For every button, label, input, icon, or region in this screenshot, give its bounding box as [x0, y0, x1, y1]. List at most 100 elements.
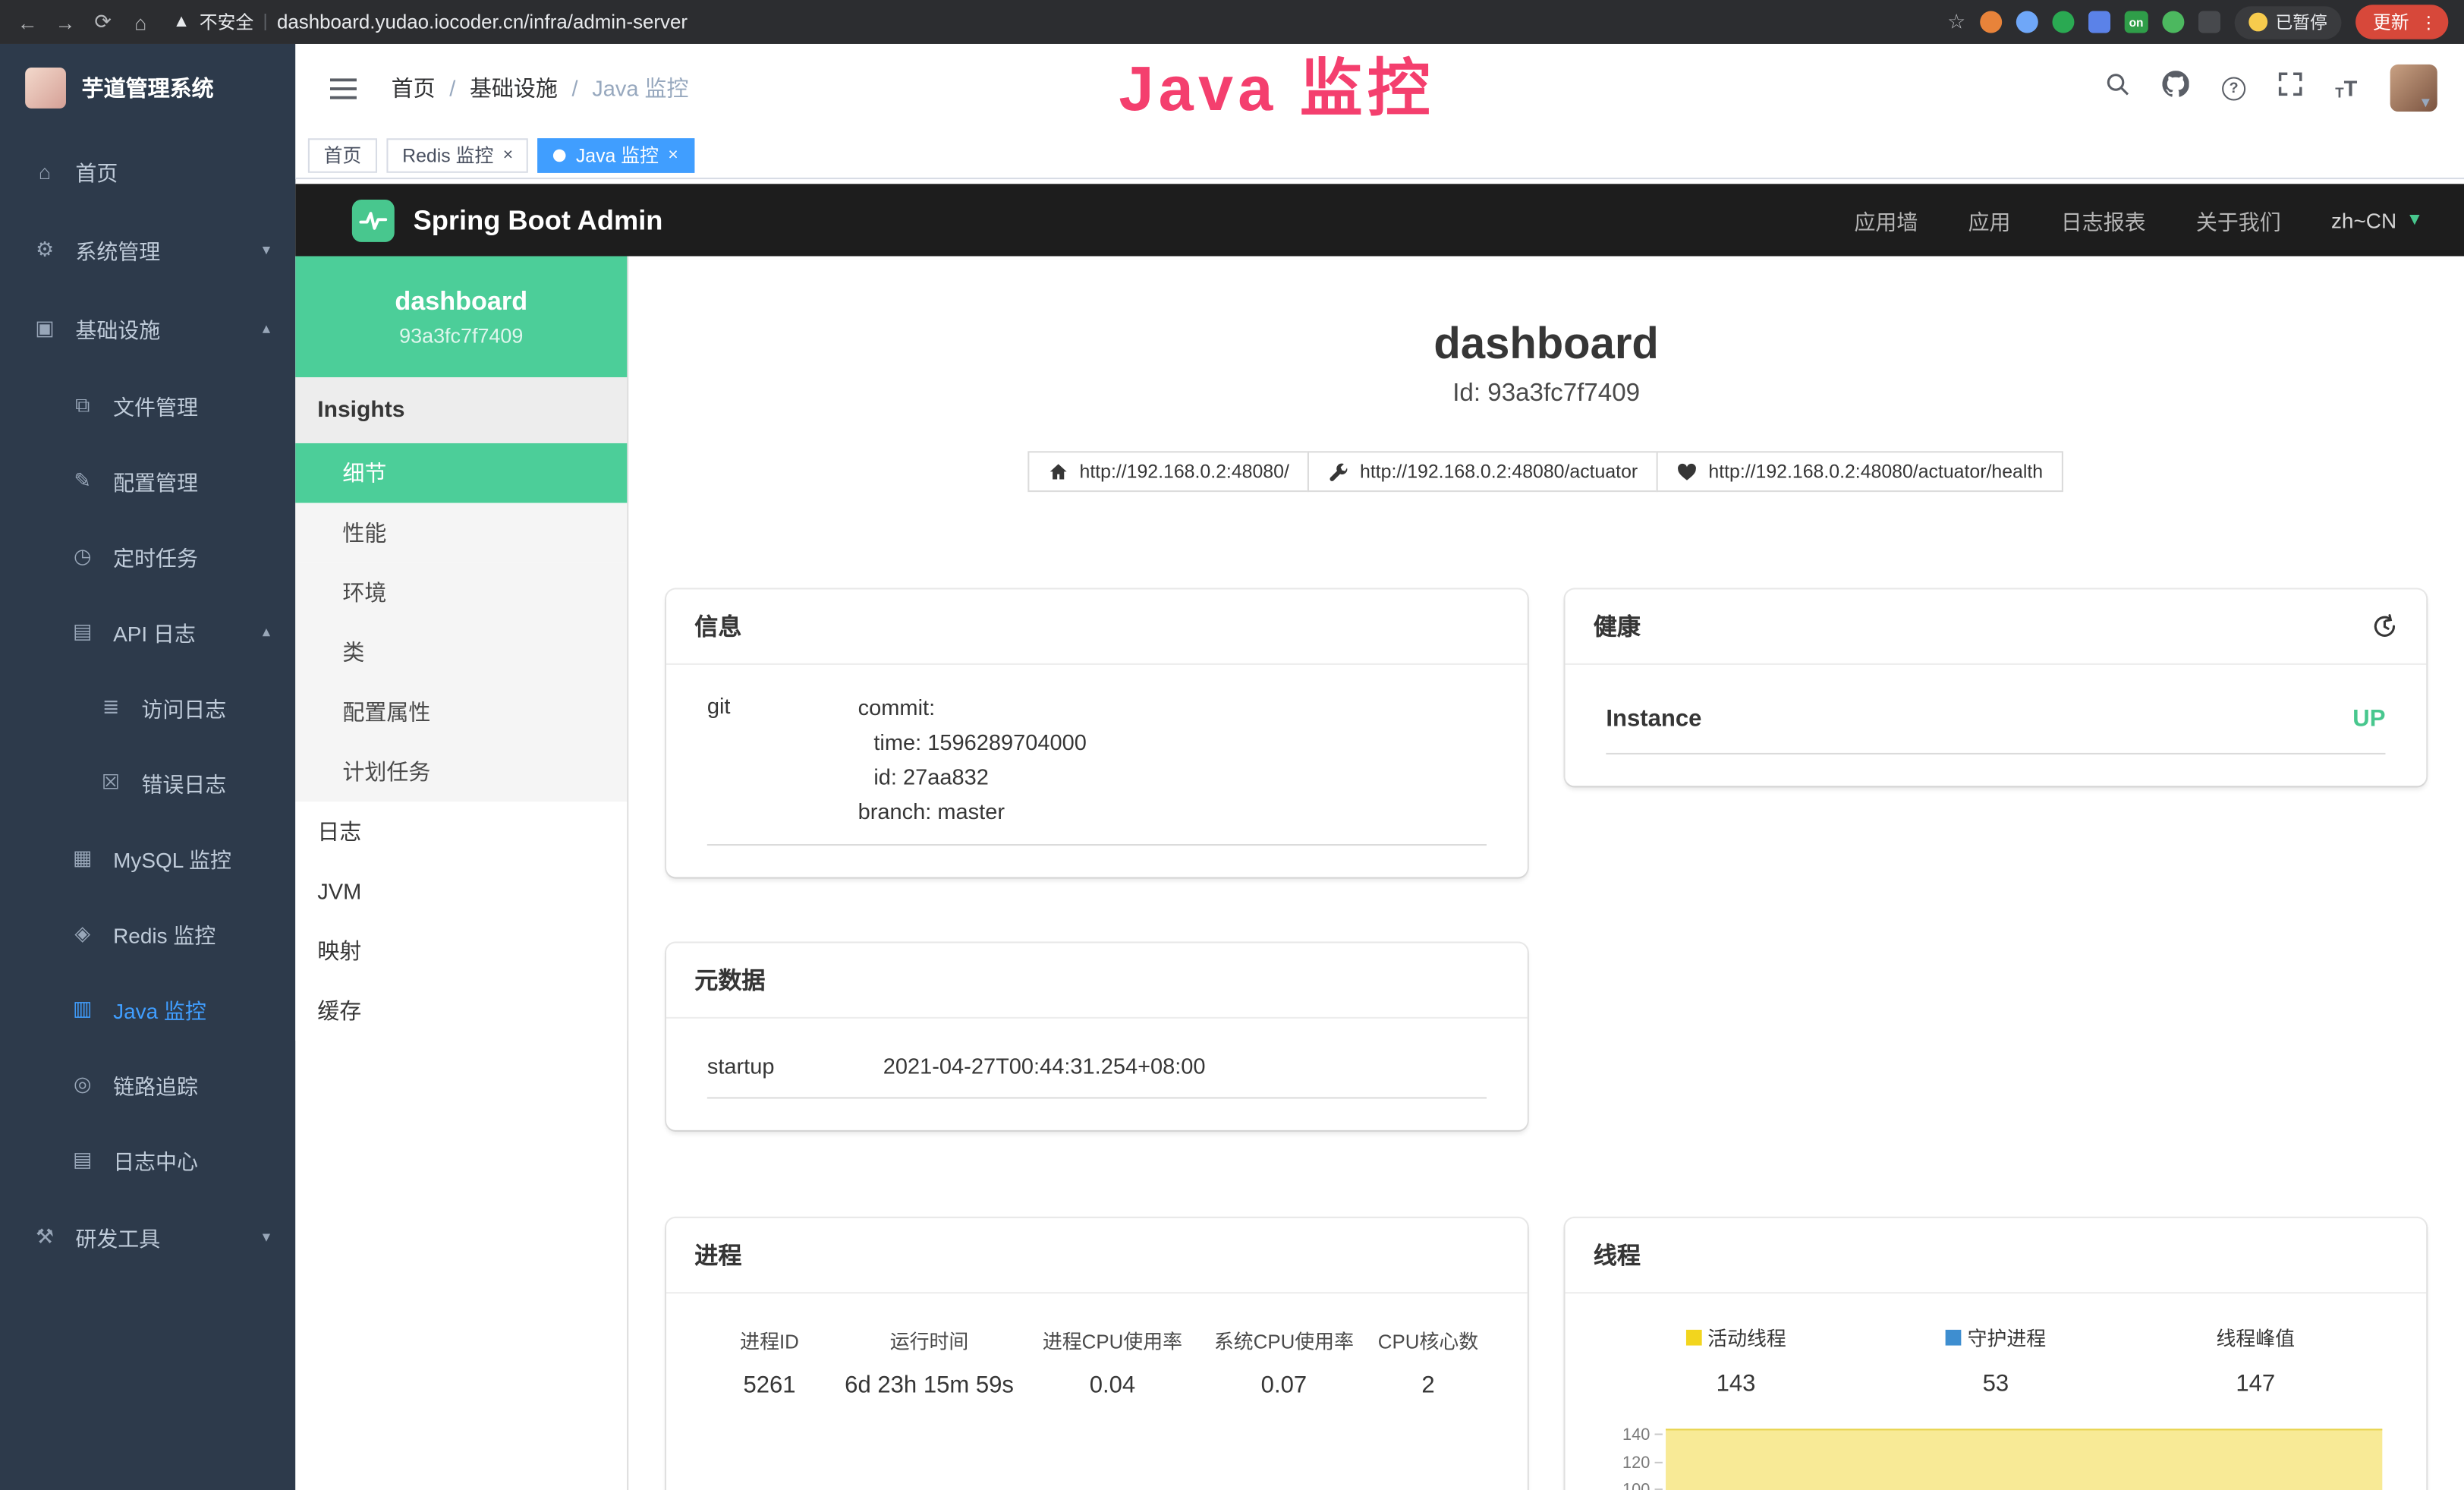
- locale-selector[interactable]: zh~CN ▼: [2331, 208, 2423, 232]
- instance-nav-details[interactable]: 细节: [295, 443, 627, 503]
- sba-link-journal[interactable]: 日志报表: [2061, 204, 2146, 235]
- paused-badge[interactable]: 已暂停: [2235, 5, 2342, 38]
- instance-nav-config-props[interactable]: 配置属性: [295, 682, 627, 742]
- health-url-link[interactable]: http://192.168.0.2:48080/actuator/health: [1657, 451, 2063, 492]
- chevron-up-icon: ▴: [263, 320, 270, 337]
- metadata-startup-row: startup 2021-04-27T00:44:31.254+08:00: [707, 1044, 1487, 1098]
- threads-card-title: 线程: [1566, 1218, 2427, 1293]
- tags-view-bar: 首页 Redis 监控 × Java 监控 ×: [295, 132, 2464, 179]
- sidebar-item-scheduled-tasks[interactable]: ◷ 定时任务: [0, 518, 295, 594]
- tab-home[interactable]: 首页: [308, 137, 377, 172]
- sidebar-item-error-logs[interactable]: ☒ 错误日志: [0, 745, 295, 821]
- cards-grid: 信息 git commit: time: 1596289704000 id: 2…: [666, 590, 2426, 1490]
- browser-extension-icon[interactable]: [2016, 11, 2038, 33]
- browser-extension-icon[interactable]: [2052, 11, 2074, 33]
- breadcrumb-infrastructure[interactable]: 基础设施: [470, 72, 558, 103]
- status-up-badge: UP: [2352, 706, 2385, 732]
- metadata-card: 元数据 startup 2021-04-27T00:44:31.254+08:0…: [666, 943, 1528, 1129]
- sidebar-item-access-logs[interactable]: ≣ 访问日志: [0, 669, 295, 745]
- instance-nav-logs[interactable]: 日志: [295, 802, 627, 862]
- sidebar-toggle-icon[interactable]: [330, 76, 357, 99]
- back-icon[interactable]: ←: [16, 10, 39, 33]
- sba-link-about[interactable]: 关于我们: [2196, 204, 2281, 235]
- address-divider: |: [263, 13, 268, 32]
- sba-link-applications[interactable]: 应用: [1968, 204, 2011, 235]
- reload-icon[interactable]: ⟳: [91, 9, 115, 34]
- sidebar-item-config-management[interactable]: ✎ 配置管理: [0, 443, 295, 518]
- update-label: 更新: [2373, 9, 2409, 34]
- instance-id: 93a3fc7f7409: [399, 323, 523, 347]
- chrome-update-button[interactable]: 更新 ⋮: [2355, 5, 2448, 39]
- instance-nav-jvm[interactable]: JVM: [295, 862, 627, 921]
- info-git-row: git commit: time: 1596289704000 id: 27aa…: [707, 690, 1487, 846]
- chevron-up-icon: ▴: [263, 623, 270, 641]
- fullscreen-icon[interactable]: [2279, 72, 2302, 103]
- sidebar-item-infrastructure[interactable]: ▣ 基础设施 ▴: [0, 289, 295, 368]
- app-logo: [25, 68, 66, 109]
- edit-icon: ✎: [69, 468, 96, 493]
- caret-down-icon: ▼: [2418, 94, 2432, 110]
- sidebar-item-dev-tools[interactable]: ⚒ 研发工具 ▾: [0, 1198, 295, 1277]
- instance-nav-classes[interactable]: 类: [295, 622, 627, 682]
- sidebar-item-mysql-monitor[interactable]: ▦ MySQL 监控: [0, 821, 295, 896]
- instance-header[interactable]: dashboard 93a3fc7f7409: [295, 257, 627, 377]
- help-icon[interactable]: ?: [2222, 76, 2245, 99]
- app-title: 芋道管理系统: [82, 72, 214, 103]
- header-actions: ? TT ▼: [2106, 65, 2433, 112]
- sidebar-item-log-center[interactable]: ▤ 日志中心: [0, 1123, 295, 1198]
- health-card-title: 健康: [1594, 610, 1641, 642]
- chevron-down-icon: ▾: [263, 1228, 270, 1246]
- search-icon[interactable]: [2106, 72, 2129, 103]
- bookmark-star-icon[interactable]: ☆: [1947, 9, 1965, 34]
- breadcrumb-current: Java 监控: [592, 72, 688, 103]
- github-icon[interactable]: [2162, 71, 2189, 106]
- app-logo-row[interactable]: 芋道管理系统: [0, 44, 295, 132]
- sidebar-item-system-management[interactable]: ⚙ 系统管理 ▾: [0, 210, 295, 289]
- browser-extension-icon[interactable]: [1980, 11, 2002, 33]
- sidebar-item-redis-monitor[interactable]: ◈ Redis 监控: [0, 896, 295, 971]
- insights-section-header: Insights: [295, 377, 627, 443]
- sidebar-item-api-logs[interactable]: ▤ API 日志 ▴: [0, 594, 295, 669]
- browser-extension-icon[interactable]: [2198, 11, 2220, 33]
- sidebar-item-home[interactable]: ⌂ 首页: [0, 132, 295, 211]
- sidebar-item-java-monitor[interactable]: ▥ Java 监控: [0, 972, 295, 1047]
- browser-extension-icon[interactable]: [2162, 11, 2184, 33]
- user-menu[interactable]: ▼: [2390, 65, 2433, 112]
- instance-name: dashboard: [395, 287, 527, 317]
- security-warning-icon: ▲: [173, 13, 190, 32]
- browser-home-icon[interactable]: ⌂: [129, 10, 153, 33]
- tab-redis-monitor[interactable]: Redis 监控 ×: [386, 137, 528, 172]
- history-icon[interactable]: [2371, 613, 2398, 640]
- instance-nav-scheduled-tasks[interactable]: 计划任务: [295, 742, 627, 802]
- instance-nav-metrics[interactable]: 性能: [295, 503, 627, 563]
- forward-icon[interactable]: →: [53, 10, 77, 33]
- clock-icon: ◷: [69, 543, 96, 569]
- instance-nav-mappings[interactable]: 映射: [295, 921, 627, 981]
- font-size-icon[interactable]: TT: [2335, 75, 2357, 100]
- service-url-link[interactable]: http://192.168.0.2:48080/: [1027, 451, 1310, 492]
- close-tab-icon[interactable]: ×: [668, 146, 678, 165]
- browser-extension-icon[interactable]: [2088, 11, 2110, 33]
- chevron-down-icon: ▾: [263, 241, 270, 259]
- actuator-url-link[interactable]: http://192.168.0.2:48080/actuator: [1308, 451, 1658, 492]
- log-center-icon: ▤: [69, 1148, 96, 1173]
- address-bar[interactable]: ▲ 不安全 | dashboard.yudao.iocoder.cn/infra…: [173, 9, 688, 34]
- sba-link-wallboard[interactable]: 应用墙: [1854, 204, 1918, 235]
- instance-nav-environment[interactable]: 环境: [295, 562, 627, 622]
- active-tab-dot: [554, 149, 567, 162]
- proxy-on-extension-icon[interactable]: on: [2124, 11, 2148, 33]
- tab-java-monitor[interactable]: Java 监控 ×: [538, 137, 694, 172]
- paused-label: 已暂停: [2276, 9, 2327, 34]
- instance-nav-caches[interactable]: 缓存: [295, 981, 627, 1041]
- threads-chart-plot: [1666, 1425, 2385, 1490]
- breadcrumb-home[interactable]: 首页: [392, 72, 436, 103]
- sidebar-item-file-management[interactable]: ⧉ 文件管理: [0, 368, 295, 443]
- gear-icon: ⚙: [31, 238, 58, 263]
- page-title: dashboard: [628, 319, 2464, 369]
- close-tab-icon[interactable]: ×: [503, 146, 513, 165]
- log-icon: ≣: [97, 695, 124, 720]
- health-card: 健康 Instance UP: [1566, 590, 2427, 786]
- error-log-icon: ☒: [97, 770, 124, 795]
- sidebar-item-tracing[interactable]: ◎ 链路追踪: [0, 1047, 295, 1122]
- threads-legend: 活动线程 143 守护进程 53: [1606, 1318, 2385, 1397]
